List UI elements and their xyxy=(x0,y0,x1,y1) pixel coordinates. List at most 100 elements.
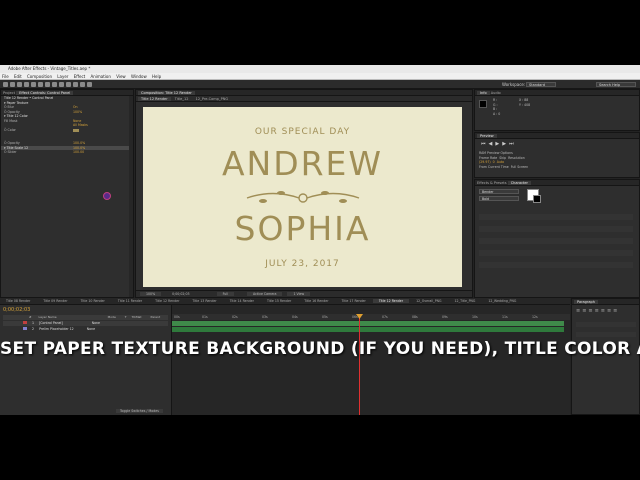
menu-view[interactable]: View xyxy=(116,74,126,79)
toggle-switches-modes-button[interactable]: Toggle Switches / Modes xyxy=(116,409,163,413)
tab-preview[interactable]: Preview xyxy=(477,134,497,138)
roto-tool-icon[interactable] xyxy=(80,82,85,87)
canvas-tagline: OUR SPECIAL DAY xyxy=(254,127,351,137)
preview-controls: ⏮◀▶▶⏭ xyxy=(481,141,517,147)
timeline-layer-row[interactable]: 1 [Control Panel] None xyxy=(3,321,168,326)
timeline-tab[interactable]: 12_Overall_PNG xyxy=(410,299,447,303)
rotate-tool-icon[interactable] xyxy=(24,82,29,87)
tab-paragraph[interactable]: Paragraph xyxy=(574,300,598,304)
tab-info[interactable]: Info xyxy=(477,91,490,95)
layer-mode[interactable]: None xyxy=(92,321,100,325)
timeline-layer-row[interactable]: 2 Prelim Placeholder 12 None xyxy=(3,327,168,332)
scrollbar[interactable] xyxy=(129,96,133,297)
workspace-select[interactable]: Standard xyxy=(526,82,556,87)
layer-num: 2 xyxy=(32,327,35,331)
timeline-tab[interactable]: Title 12 Render xyxy=(149,299,185,303)
pen-tool-icon[interactable] xyxy=(45,82,50,87)
composition-canvas[interactable]: OUR SPECIAL DAY ANDREW SOPHIA JULY 23, 2… xyxy=(143,107,462,287)
breadcrumb-item[interactable]: Title_12 xyxy=(172,97,192,101)
frame-rate-value[interactable]: (29.97) xyxy=(479,160,491,164)
hand-tool-icon[interactable] xyxy=(10,82,15,87)
menu-file[interactable]: File xyxy=(2,74,9,79)
layer-name[interactable]: [Control Panel] xyxy=(39,321,63,325)
first-frame-icon[interactable]: ⏮ xyxy=(481,141,489,147)
timeline-tab[interactable]: Title 11 Render xyxy=(112,299,148,303)
clone-tool-icon[interactable] xyxy=(66,82,71,87)
zoom-tool-icon[interactable] xyxy=(17,82,22,87)
zoom-dropdown[interactable]: 100% xyxy=(140,292,162,296)
resolution-dropdown[interactable]: Full xyxy=(216,292,235,296)
ruler-tick: 12s xyxy=(532,315,538,319)
layer-name[interactable]: Prelim Placeholder 12 xyxy=(39,327,74,331)
resolution-value[interactable]: Auto xyxy=(497,160,504,164)
menu-effect[interactable]: Effect xyxy=(74,74,86,79)
from-current-time-checkbox[interactable]: From Current Time xyxy=(479,165,509,169)
stroke-color-swatch[interactable] xyxy=(533,195,541,203)
layer-bar-placeholder[interactable] xyxy=(172,327,564,332)
tab-audio[interactable]: Audio xyxy=(491,91,501,95)
info-y: Y : 408 xyxy=(519,102,531,107)
current-time-display[interactable]: 0;00;02;03 xyxy=(166,292,195,296)
skip-value[interactable]: 0 xyxy=(493,160,495,164)
timeline-timecode[interactable]: 0;00;02;03 xyxy=(3,307,30,313)
tab-effects-presets[interactable]: Effects & Presets xyxy=(477,181,507,185)
resolution-label: Resolution xyxy=(508,155,525,160)
camera-tool-icon[interactable] xyxy=(31,82,36,87)
full-screen-checkbox[interactable]: Full Screen xyxy=(511,165,528,169)
selection-tool-icon[interactable] xyxy=(3,82,8,87)
tab-project[interactable]: Project xyxy=(3,91,15,95)
paragraph-settings[interactable] xyxy=(576,317,636,337)
layer-label-color[interactable] xyxy=(23,321,27,324)
last-frame-icon[interactable]: ⏭ xyxy=(509,141,517,147)
menu-bar: File Edit Composition Layer Effect Anima… xyxy=(0,73,640,80)
brush-tool-icon[interactable] xyxy=(59,82,64,87)
tab-composition[interactable]: Composition: Title 12 Render xyxy=(138,91,195,95)
timeline-tab[interactable]: 12_Wedding_PNG xyxy=(482,299,522,303)
timeline-tab[interactable]: Title 16 Render xyxy=(298,299,334,303)
timeline-tab[interactable]: Title 09 Render xyxy=(37,299,73,303)
time-ruler[interactable]: 00s 01s 02s 03s 04s 05s 06s 07s 08s 09s … xyxy=(172,314,570,320)
type-tool-icon[interactable] xyxy=(52,82,57,87)
effect-row-label: Ö Color xyxy=(4,127,16,132)
tab-effect-controls[interactable]: Effect Controls: Control Panel xyxy=(16,91,74,95)
timeline-tab[interactable]: 12_Title_PNG xyxy=(449,299,482,303)
views-dropdown[interactable]: 1 View xyxy=(287,292,311,296)
timeline-tab[interactable]: Title 14 Render xyxy=(224,299,260,303)
timeline-tab[interactable]: Title 17 Render xyxy=(336,299,372,303)
align-buttons[interactable]: ≡≡≡≡≡≡≡ xyxy=(576,308,619,314)
layer-bar-control-panel[interactable] xyxy=(172,321,564,326)
breadcrumb-item[interactable]: 12_Pre-Comp_PNG xyxy=(193,97,231,101)
col-mode: Mode xyxy=(107,315,116,319)
effect-row[interactable]: Ö Slider 100.00 xyxy=(1,150,133,155)
search-help-input[interactable]: Search Help xyxy=(596,82,636,87)
character-settings[interactable] xyxy=(479,208,633,268)
timeline-tab[interactable]: Title 13 Render xyxy=(186,299,222,303)
frame-rate-label: Frame Rate xyxy=(479,155,498,160)
menu-help[interactable]: Help xyxy=(152,74,161,79)
effect-row-label: Ö Slider xyxy=(4,150,17,154)
mouse-cursor-highlight xyxy=(103,192,111,200)
menu-layer[interactable]: Layer xyxy=(57,74,68,79)
breadcrumb-item[interactable]: Title 12 Render xyxy=(138,97,171,101)
pan-behind-tool-icon[interactable] xyxy=(38,82,43,87)
camera-dropdown[interactable]: Active Camera xyxy=(247,292,283,296)
font-family-select[interactable]: Bender xyxy=(479,189,519,194)
menu-composition[interactable]: Composition xyxy=(27,74,52,79)
menu-animation[interactable]: Animation xyxy=(91,74,111,79)
timeline-tab[interactable]: Title 08 Render xyxy=(0,299,36,303)
timeline-tab-active[interactable]: Title 12 Render xyxy=(372,299,410,303)
menu-window[interactable]: Window xyxy=(131,74,147,79)
effect-row-value[interactable]: 100.00 xyxy=(73,150,84,155)
current-time-indicator[interactable] xyxy=(359,314,360,415)
layer-label-color[interactable] xyxy=(23,327,27,330)
timeline-tabs: Title 08 Render Title 09 Render Title 10… xyxy=(0,298,570,305)
font-style-select[interactable]: Bold xyxy=(479,196,519,201)
character-tabs: Effects & Presets Character xyxy=(475,180,639,186)
layer-mode[interactable]: None xyxy=(87,327,95,331)
menu-edit[interactable]: Edit xyxy=(14,74,22,79)
timeline-tab[interactable]: Title 10 Render xyxy=(75,299,111,303)
timeline-tab[interactable]: Title 15 Render xyxy=(261,299,297,303)
puppet-tool-icon[interactable] xyxy=(87,82,92,87)
tab-character[interactable]: Character xyxy=(507,181,531,185)
eraser-tool-icon[interactable] xyxy=(73,82,78,87)
